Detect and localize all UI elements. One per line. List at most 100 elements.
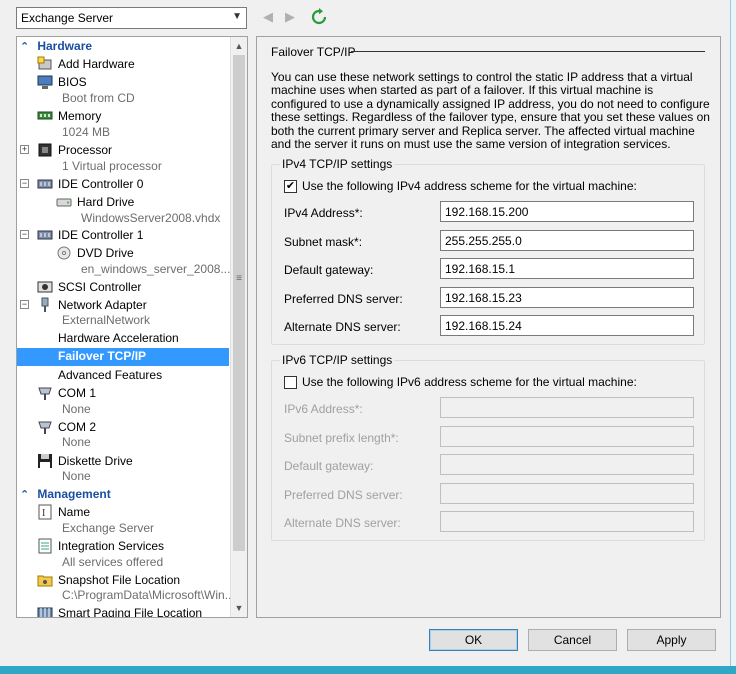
tree-item-scsi-controller[interactable]: SCSI Controller xyxy=(17,279,229,296)
scroll-down-icon[interactable]: ▼ xyxy=(231,600,247,616)
ipv4-checkbox[interactable]: ✔ xyxy=(284,179,297,193)
chevron-down-icon: ▼ xyxy=(232,11,242,22)
tree-item-label: SCSI Controller xyxy=(58,280,142,294)
tree-item-com2[interactable]: COM 2 xyxy=(17,419,229,436)
apply-button[interactable]: Apply xyxy=(627,629,716,651)
tree-item-add-hardware[interactable]: Add Hardware xyxy=(17,56,229,73)
tree-scrollbar[interactable]: ▲ ≡ ▼ xyxy=(230,37,247,617)
ipv6-address-field[interactable] xyxy=(440,397,694,418)
failover-settings-panel: Failover TCP/IP You can use these networ… xyxy=(256,36,721,618)
alternate-dns-field[interactable]: 192.168.15.24 xyxy=(440,315,694,336)
tree-item-label: Network Adapter xyxy=(58,298,147,312)
tree-item-label: COM 2 xyxy=(58,420,97,434)
add-hardware-icon xyxy=(37,56,54,72)
tree-item-label: Smart Paging File Location xyxy=(58,606,203,618)
tree-item-label: Add Hardware xyxy=(58,57,135,71)
tree-item-label: IDE Controller 0 xyxy=(58,177,144,191)
tree-item-diskette-drive[interactable]: Diskette Drive xyxy=(17,453,229,470)
tree-item-name[interactable]: I Name xyxy=(17,504,229,521)
ipv6-checkbox[interactable] xyxy=(284,375,297,389)
refresh-icon[interactable] xyxy=(310,8,328,26)
settings-tree[interactable]: ⌃ Hardware Add Hardware BIOS Boot from C… xyxy=(16,36,248,618)
tree-item-hard-drive[interactable]: Hard Drive xyxy=(17,194,229,211)
tree-item-failover-tcpip[interactable]: Failover TCP/IP xyxy=(17,348,229,366)
tree-item-ide-controller-0[interactable]: − IDE Controller 0 xyxy=(17,176,229,193)
alternate-dns-label: Alternate DNS server: xyxy=(284,320,401,334)
ipv6-group: IPv6 TCP/IP settings Use the following I… xyxy=(271,353,705,541)
tree-item-sub: ExternalNetwork xyxy=(62,313,151,327)
scrollbar-thumb[interactable] xyxy=(233,55,245,551)
management-section-header[interactable]: ⌃ Management xyxy=(20,487,111,503)
tree-item-ide-controller-1[interactable]: − IDE Controller 1 xyxy=(17,227,229,244)
hardware-section-header[interactable]: ⌃ Hardware xyxy=(20,39,92,55)
hardware-header-label: Hardware xyxy=(37,39,93,53)
tree-item-hardware-acceleration[interactable]: Hardware Acceleration xyxy=(17,330,229,347)
ipv4-checkbox-label: Use the following IPv4 address scheme fo… xyxy=(302,179,637,193)
tree-item-processor[interactable]: + Processor xyxy=(17,142,229,159)
ipv6-checkbox-label: Use the following IPv6 address scheme fo… xyxy=(302,375,637,389)
tree-item-dvd-drive[interactable]: DVD Drive xyxy=(17,245,229,262)
scroll-up-icon[interactable]: ▲ xyxy=(231,38,247,54)
integration-services-icon xyxy=(37,538,54,554)
tree-item-label: IDE Controller 1 xyxy=(58,228,144,242)
tree-item-label: Diskette Drive xyxy=(58,454,133,468)
collapse-icon[interactable]: − xyxy=(20,300,29,309)
com-port-icon xyxy=(37,419,54,435)
tree-item-bios[interactable]: BIOS xyxy=(17,74,229,91)
vm-selector-dropdown[interactable]: Exchange Server ▼ xyxy=(16,7,247,29)
expand-icon[interactable]: + xyxy=(20,145,29,154)
tree-item-sub: C:\ProgramData\Microsoft\Win... xyxy=(62,588,235,602)
grip-icon: ≡ xyxy=(236,273,242,284)
tree-item-label: Failover TCP/IP xyxy=(58,349,147,363)
back-arrow-icon[interactable]: ◀ xyxy=(260,8,276,26)
cancel-button[interactable]: Cancel xyxy=(528,629,617,651)
tree-item-sub: None xyxy=(62,469,91,483)
ide-controller-icon xyxy=(37,176,54,192)
tree-item-integration-services[interactable]: Integration Services xyxy=(17,538,229,555)
default-gateway-label: Default gateway: xyxy=(284,263,374,277)
name-icon: I xyxy=(37,504,54,520)
tree-item-advanced-features[interactable]: Advanced Features xyxy=(17,367,229,384)
tree-item-label: Hard Drive xyxy=(77,195,135,209)
ipv4-address-field[interactable]: 192.168.15.200 xyxy=(440,201,694,222)
svg-text:I: I xyxy=(42,508,45,519)
memory-icon xyxy=(37,108,54,124)
tree-item-label: Advanced Features xyxy=(58,368,163,382)
ipv4-checkbox-row[interactable]: ✔ Use the following IPv4 address scheme … xyxy=(284,179,637,193)
window-bottom-border xyxy=(0,666,736,674)
forward-arrow-icon[interactable]: ▶ xyxy=(282,8,298,26)
ipv6-checkbox-row[interactable]: Use the following IPv6 address scheme fo… xyxy=(284,375,637,389)
com-port-icon xyxy=(37,385,54,401)
tree-item-memory[interactable]: Memory xyxy=(17,108,229,125)
processor-icon xyxy=(37,142,54,158)
collapse-icon[interactable]: − xyxy=(20,230,29,239)
management-header-label: Management xyxy=(37,487,111,501)
tree-item-label: Name xyxy=(58,505,91,519)
collapse-icon: ⌃ xyxy=(20,41,30,53)
ipv6-default-gateway-label: Default gateway: xyxy=(284,459,374,473)
window-right-border xyxy=(730,0,736,666)
subnet-prefix-length-label: Subnet prefix length*: xyxy=(284,431,399,445)
tree-item-snapshot-file-location[interactable]: Snapshot File Location xyxy=(17,572,229,589)
tree-item-sub: Boot from CD xyxy=(62,91,135,105)
ipv6-preferred-dns-label: Preferred DNS server: xyxy=(284,488,403,502)
ok-button[interactable]: OK xyxy=(429,629,518,651)
tree-item-label: Memory xyxy=(58,109,102,123)
subnet-prefix-length-field[interactable] xyxy=(440,426,694,447)
tree-item-network-adapter[interactable]: − Network Adapter xyxy=(17,297,229,314)
tree-item-label: Snapshot File Location xyxy=(58,573,181,587)
ipv6-preferred-dns-field[interactable] xyxy=(440,483,694,504)
preferred-dns-field[interactable]: 192.168.15.23 xyxy=(440,287,694,308)
collapse-icon[interactable]: − xyxy=(20,179,29,188)
ipv6-default-gateway-field[interactable] xyxy=(440,454,694,475)
default-gateway-field[interactable]: 192.168.15.1 xyxy=(440,258,694,279)
subnet-mask-field[interactable]: 255.255.255.0 xyxy=(440,230,694,251)
tree-item-sub: en_windows_server_2008... xyxy=(81,262,231,276)
ipv6-alternate-dns-field[interactable] xyxy=(440,511,694,532)
snapshot-folder-icon xyxy=(37,572,54,588)
vm-selector-value: Exchange Server xyxy=(21,11,114,25)
tree-item-com1[interactable]: COM 1 xyxy=(17,385,229,402)
tree-item-smart-paging[interactable]: Smart Paging File Location xyxy=(17,605,229,618)
network-adapter-icon xyxy=(37,297,54,313)
dvd-drive-icon xyxy=(56,245,73,261)
